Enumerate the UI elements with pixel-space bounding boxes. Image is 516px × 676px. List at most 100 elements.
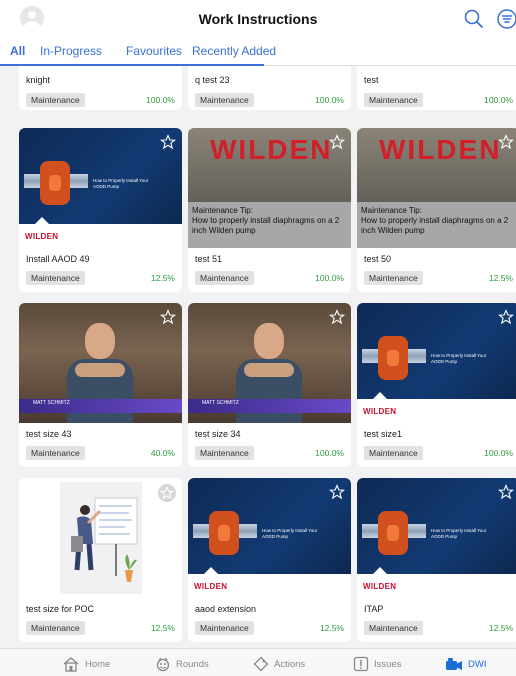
- card-title: Install AAOD 49: [26, 254, 90, 264]
- filter-icon[interactable]: [496, 8, 516, 30]
- work-instruction-card[interactable]: How to Properly Install Your AODD Pump W…: [19, 128, 182, 292]
- work-instruction-card[interactable]: test Maintenance 100.0%: [357, 66, 516, 110]
- nav-label: Actions: [274, 658, 306, 670]
- card-title: test size1: [364, 429, 403, 439]
- nav-label: Rounds: [176, 658, 209, 670]
- progress-percent: 12.5%: [488, 623, 513, 633]
- video-thumbnail: MATT SCHMITZ: [19, 303, 182, 423]
- category-badge: Maintenance: [195, 271, 254, 285]
- card-title: test size 34: [195, 429, 241, 439]
- category-badge: Maintenance: [364, 93, 423, 107]
- category-badge: Maintenance: [26, 446, 85, 460]
- thumbnail-caption: How to Properly Install Your AODD Pump: [93, 178, 149, 189]
- progress-percent: 100.0%: [315, 95, 344, 105]
- card-title: aaod extension: [195, 604, 257, 614]
- illustration-thumbnail: [19, 478, 182, 598]
- video-name-label: MATT SCHMITZ: [33, 400, 70, 406]
- work-instruction-card[interactable]: MATT SCHMITZ test size 34 Maintenance 10…: [188, 303, 351, 467]
- nav-label: Issues: [374, 658, 402, 670]
- nav-issues[interactable]: Issues: [353, 653, 401, 675]
- work-instruction-card[interactable]: q test 23 Maintenance 100.0%: [188, 66, 351, 110]
- pump-thumbnail: How to Properly Install Your AODD Pump W…: [357, 478, 516, 598]
- work-instruction-card[interactable]: How to Properly Install Your AODD Pump W…: [188, 478, 351, 642]
- tag-icon: [253, 656, 269, 672]
- card-title: test size for POC: [26, 604, 95, 614]
- tab-favourites[interactable]: Favourites: [126, 44, 182, 58]
- category-badge: Maintenance: [364, 621, 423, 635]
- pump-thumbnail: How to Properly Install Your AODD Pump W…: [188, 478, 351, 598]
- app-header: Work Instructions: [0, 0, 516, 38]
- nav-home[interactable]: Home: [62, 653, 110, 675]
- wilden-logo: WILDEN: [210, 134, 333, 165]
- category-badge: Maintenance: [26, 621, 85, 635]
- nav-dwi[interactable]: DWI: [445, 653, 486, 675]
- home-icon: [63, 657, 79, 672]
- thumbnail-caption: How to Properly Install Your AODD Pump: [262, 528, 318, 539]
- card-title: knight: [26, 75, 51, 85]
- favourite-star-icon[interactable]: [329, 484, 345, 500]
- work-instruction-card[interactable]: WILDEN Maintenance Tip: How to properly …: [357, 128, 516, 292]
- category-badge: Maintenance: [26, 93, 85, 107]
- wilden-video-thumbnail: WILDEN Maintenance Tip: How to properly …: [188, 128, 351, 248]
- favourite-star-icon[interactable]: [160, 309, 176, 325]
- favourite-star-icon[interactable]: [498, 309, 514, 325]
- tab-all[interactable]: All: [10, 44, 25, 58]
- work-instruction-card[interactable]: How to Properly Install Your AODD Pump W…: [357, 303, 516, 467]
- work-instruction-card[interactable]: knight Maintenance 100.0%: [19, 66, 182, 110]
- favourite-star-icon[interactable]: [329, 309, 345, 325]
- category-badge: Maintenance: [26, 271, 85, 285]
- issues-icon: [353, 656, 369, 672]
- favourite-star-icon[interactable]: [498, 134, 514, 150]
- nav-label: Home: [85, 658, 111, 670]
- card-title: test size 43: [26, 429, 72, 439]
- work-instruction-card[interactable]: How to Properly Install Your AODD Pump W…: [357, 478, 516, 642]
- progress-percent: 12.5%: [150, 623, 175, 633]
- card-title: q test 23: [195, 75, 230, 85]
- progress-percent: 12.5%: [319, 623, 344, 633]
- nav-actions[interactable]: Actions: [253, 653, 305, 675]
- favourite-star-icon[interactable]: [498, 484, 514, 500]
- tab-in-progress[interactable]: In-Progress: [40, 44, 102, 58]
- progress-percent: 12.5%: [150, 273, 175, 283]
- nav-label: DWI: [468, 658, 487, 670]
- category-badge: Maintenance: [364, 446, 423, 460]
- pump-thumbnail: How to Properly Install Your AODD Pump W…: [357, 303, 516, 423]
- progress-percent: 100.0%: [315, 448, 344, 458]
- favourite-star-icon[interactable]: [160, 134, 176, 150]
- wilden-logo: WILDEN: [25, 232, 59, 241]
- work-instruction-card[interactable]: test size for POC Maintenance 12.5%: [19, 478, 182, 642]
- work-instructions-grid: knight Maintenance 100.0% q test 23 Main…: [0, 66, 516, 648]
- wilden-logo: WILDEN: [194, 582, 228, 591]
- work-instruction-card[interactable]: MATT SCHMITZ test size 43 Maintenance 40…: [19, 303, 182, 467]
- progress-percent: 100.0%: [315, 273, 344, 283]
- card-title: test: [364, 75, 379, 85]
- search-icon[interactable]: [463, 8, 485, 30]
- category-badge: Maintenance: [195, 446, 254, 460]
- progress-percent: 40.0%: [150, 448, 175, 458]
- favourite-star-icon[interactable]: [329, 134, 345, 150]
- wilden-logo: WILDEN: [363, 582, 397, 591]
- card-title: ITAP: [364, 604, 384, 614]
- video-caption: Maintenance Tip: How to properly install…: [188, 202, 351, 248]
- progress-percent: 100.0%: [146, 95, 175, 105]
- video-name-label: MATT SCHMITZ: [202, 400, 239, 406]
- wilden-logo: WILDEN: [363, 407, 397, 416]
- video-caption: Maintenance Tip: How to properly install…: [357, 202, 516, 248]
- card-title: test 50: [364, 254, 392, 264]
- category-badge: Maintenance: [195, 93, 254, 107]
- category-badge: Maintenance: [195, 621, 254, 635]
- video-thumbnail: MATT SCHMITZ: [188, 303, 351, 423]
- card-title: test 51: [195, 254, 223, 264]
- rounds-icon: [156, 657, 170, 672]
- dwi-icon: [446, 658, 462, 670]
- progress-percent: 100.0%: [484, 95, 513, 105]
- favourite-star-icon[interactable]: [158, 484, 176, 502]
- page-title: Work Instructions: [198, 11, 318, 27]
- thumbnail-caption: How to Properly Install Your AODD Pump: [431, 528, 487, 539]
- nav-rounds[interactable]: Rounds: [155, 653, 209, 675]
- tab-recently-added[interactable]: Recently Added: [192, 44, 276, 58]
- work-instruction-card[interactable]: WILDEN Maintenance Tip: How to properly …: [188, 128, 351, 292]
- bottom-nav: Home Rounds Actions Issues DWI: [0, 648, 516, 676]
- wilden-video-thumbnail: WILDEN Maintenance Tip: How to properly …: [357, 128, 516, 248]
- thumbnail-caption: How to Properly Install Your AODD Pump: [431, 353, 487, 364]
